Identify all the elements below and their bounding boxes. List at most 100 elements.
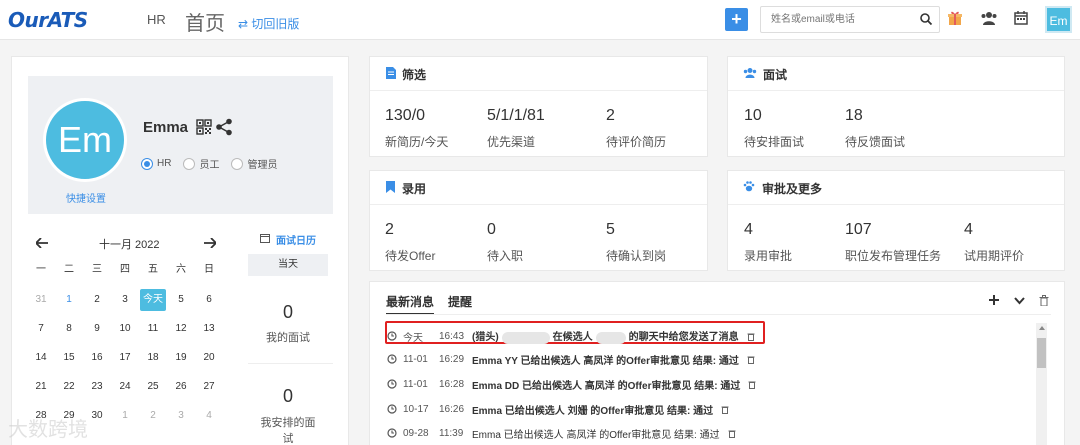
calendar-day[interactable]: 18 <box>140 347 166 369</box>
next-month-icon[interactable] <box>204 238 216 248</box>
stat-approval-num[interactable]: 4 <box>744 221 753 239</box>
group-icon <box>743 68 757 78</box>
stat-offer-num[interactable]: 2 <box>385 221 394 239</box>
calendar-day[interactable]: 23 <box>84 376 110 398</box>
trash-icon[interactable] <box>748 380 756 389</box>
watermark: 大数跨境 <box>8 419 88 441</box>
trash-icon[interactable] <box>721 405 729 414</box>
today-tab[interactable]: 当天 <box>248 254 328 276</box>
calendar-day[interactable]: 9 <box>84 318 110 340</box>
calendar-day[interactable]: 3 <box>168 405 194 427</box>
my-interviews-box[interactable]: 0 我的面试 <box>248 276 333 364</box>
calendar-day[interactable]: 5 <box>168 289 194 311</box>
arranged-interviews-box[interactable]: 0 我安排的面 试 <box>248 365 333 445</box>
calendar-day[interactable]: 21 <box>28 376 54 398</box>
calendar-day[interactable]: 3 <box>112 289 138 311</box>
bookmark-icon <box>386 181 395 193</box>
nav-home[interactable]: 首页 <box>185 7 225 36</box>
add-button[interactable]: + <box>725 8 748 31</box>
message-row[interactable]: 今天 16:43 (猎头) 在候选人 的聊天中给您发送了消息 <box>387 325 755 347</box>
stat-onboard-num[interactable]: 0 <box>487 221 496 239</box>
calendar-day[interactable]: 12 <box>168 318 194 340</box>
scroll-up-arrow-icon[interactable] <box>1039 326 1045 330</box>
interview-calendar-link[interactable]: 面试日历 <box>276 232 316 247</box>
divider <box>728 204 1064 205</box>
user-avatar[interactable]: Em <box>1045 6 1072 33</box>
weekday-header: 日 <box>204 264 214 275</box>
prev-month-icon[interactable] <box>36 238 48 248</box>
logo[interactable]: OurATS <box>8 8 88 32</box>
stat-pending-review-num[interactable]: 2 <box>606 107 615 125</box>
weekday-header: 六 <box>176 264 186 275</box>
calendar-day[interactable]: 4 <box>196 405 222 427</box>
profile-avatar[interactable]: Em <box>43 98 127 182</box>
stat-confirm-label: 待确认到岗 <box>606 249 667 263</box>
calendar-day[interactable]: 14 <box>28 347 54 369</box>
role-employee-radio[interactable]: 员工 <box>183 156 219 171</box>
calendar-day[interactable]: 16 <box>84 347 110 369</box>
role-admin-radio[interactable]: 管理员 <box>231 156 277 171</box>
calendar-day[interactable]: 10 <box>112 318 138 340</box>
search-input[interactable] <box>761 7 911 32</box>
calendar-day[interactable]: 2 <box>140 405 166 427</box>
message-row[interactable]: 11-01 16:29 Emma YY 已给出候选人 高凤洋 的Offer审批意… <box>387 348 755 370</box>
users-icon[interactable] <box>980 10 998 26</box>
add-icon[interactable] <box>989 295 999 305</box>
calendar-day[interactable]: 7 <box>28 318 54 340</box>
calendar-day[interactable]: 31 <box>28 289 54 311</box>
chevron-down-icon[interactable] <box>1014 297 1025 305</box>
gift-icon[interactable] <box>947 10 963 26</box>
calendar-day[interactable]: 20 <box>196 347 222 369</box>
calendar-day[interactable]: 25 <box>140 376 166 398</box>
qrcode-icon[interactable] <box>196 119 212 135</box>
divider <box>370 204 707 205</box>
quick-settings-link[interactable]: 快捷设置 <box>66 190 106 205</box>
stat-priority-channel-num[interactable]: 5/1/1/81 <box>487 107 545 125</box>
search-box[interactable] <box>760 6 940 33</box>
calendar-day[interactable]: 17 <box>112 347 138 369</box>
calendar-day[interactable]: 8 <box>56 318 82 340</box>
trash-icon[interactable] <box>747 332 755 341</box>
calendar-day-today[interactable]: 今天 <box>140 289 166 311</box>
stat-to-feedback-num[interactable]: 18 <box>845 107 863 125</box>
clock-icon <box>387 354 397 364</box>
stat-to-arrange-num[interactable]: 10 <box>744 107 762 125</box>
calendar-day[interactable]: 1 <box>56 289 82 311</box>
share-icon[interactable] <box>215 118 233 136</box>
calendar-day[interactable]: 2 <box>84 289 110 311</box>
calendar-day[interactable]: 26 <box>168 376 194 398</box>
hiring-title: 录用 <box>402 182 427 196</box>
trash-icon[interactable] <box>728 429 736 438</box>
divider <box>386 314 1051 315</box>
search-icon[interactable] <box>919 12 933 26</box>
switch-old-version-link[interactable]: ⇄ 切回旧版 <box>238 15 299 32</box>
stat-to-feedback-label: 待反馈面试 <box>845 135 906 149</box>
trash-icon[interactable] <box>1039 295 1049 306</box>
top-bar: OurATS HR 首页 ⇄ 切回旧版 + Em <box>0 0 1080 40</box>
stat-confirm-num[interactable]: 5 <box>606 221 615 239</box>
role-hr-radio[interactable]: HR <box>141 157 171 170</box>
calendar-day[interactable]: 1 <box>112 405 138 427</box>
tab-reminders[interactable]: 提醒 <box>448 293 472 310</box>
calendar-day[interactable]: 27 <box>196 376 222 398</box>
message-row[interactable]: 11-01 16:28 Emma DD 已给出候选人 高凤洋 的Offer审批意… <box>387 373 756 395</box>
calendar-day[interactable]: 6 <box>196 289 222 311</box>
calendar-day[interactable]: 19 <box>168 347 194 369</box>
divider <box>370 90 707 91</box>
calendar-day[interactable]: 22 <box>56 376 82 398</box>
message-row[interactable]: 10-17 16:26 Emma 已给出候选人 刘姗 的Offer审批意见 结果… <box>387 398 729 420</box>
calendar-day[interactable]: 13 <box>196 318 222 340</box>
message-row[interactable]: 09-28 11:39 Emma 已给出候选人 高凤洋 的Offer审批意见 结… <box>387 422 736 444</box>
scrollbar-thumb[interactable] <box>1037 338 1046 368</box>
calendar-icon[interactable] <box>1014 10 1028 25</box>
nav-hr[interactable]: HR <box>147 12 166 27</box>
stat-new-resumes-num[interactable]: 130/0 <box>385 107 425 125</box>
stat-probation-num[interactable]: 4 <box>964 221 973 239</box>
calendar-day[interactable]: 24 <box>112 376 138 398</box>
tab-latest-messages[interactable]: 最新消息 <box>386 293 435 315</box>
trash-icon[interactable] <box>747 355 755 364</box>
calendar-day[interactable]: 15 <box>56 347 82 369</box>
stat-new-resumes-label: 新简历/今天 <box>385 135 449 149</box>
stat-job-tasks-num[interactable]: 107 <box>845 221 872 239</box>
calendar-day[interactable]: 11 <box>140 318 166 340</box>
